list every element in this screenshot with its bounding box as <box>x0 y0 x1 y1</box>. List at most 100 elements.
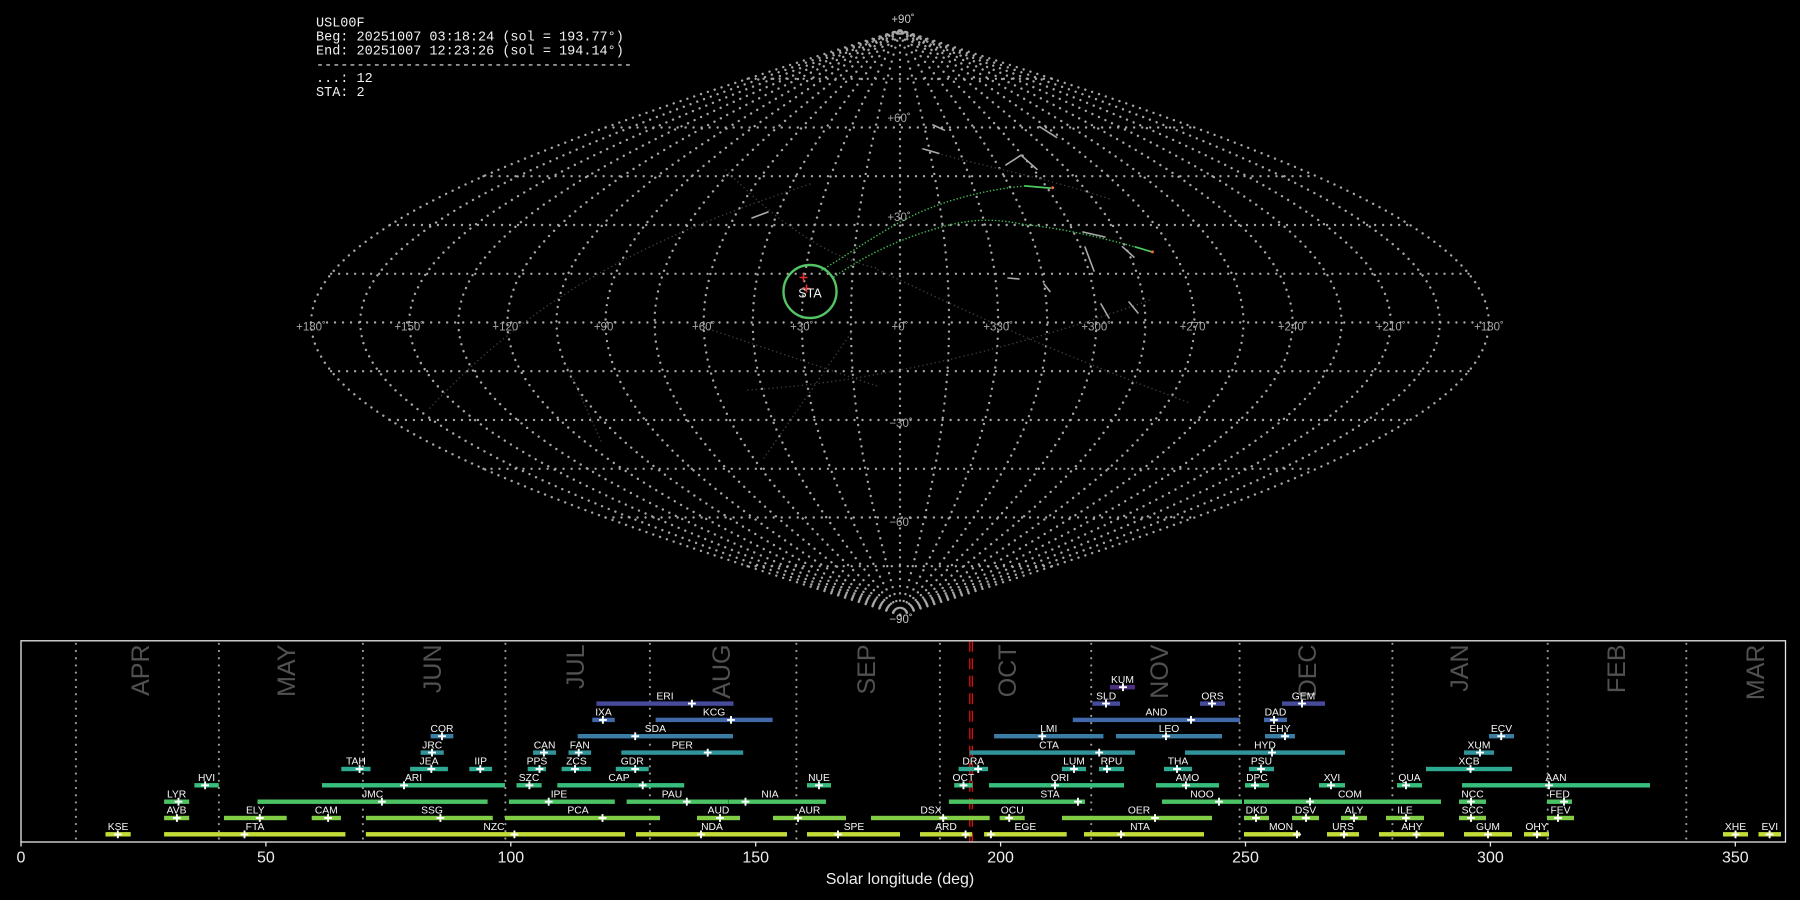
svg-text:EGE: EGE <box>1015 822 1037 833</box>
svg-text:IIP: IIP <box>474 757 487 768</box>
svg-text:+90˚: +90˚ <box>891 14 914 26</box>
svg-text:300: 300 <box>1477 850 1504 867</box>
svg-text:AUR: AUR <box>799 806 821 817</box>
svg-text:PCA: PCA <box>567 806 588 817</box>
svg-text:ORI: ORI <box>1051 773 1069 784</box>
svg-text:+30˚: +30˚ <box>790 322 813 334</box>
svg-text:AUD: AUD <box>708 806 730 817</box>
svg-text:ELY: ELY <box>246 806 265 817</box>
svg-text:DRA: DRA <box>962 757 984 768</box>
svg-text:AAN: AAN <box>1545 773 1566 784</box>
svg-text:GDR: GDR <box>621 757 644 768</box>
svg-text:DSX: DSX <box>920 806 941 817</box>
svg-text:200: 200 <box>987 850 1014 867</box>
svg-text:+30˚: +30˚ <box>887 212 910 224</box>
svg-text:FEV: FEV <box>1550 806 1570 817</box>
svg-text:STA: STA <box>1040 789 1059 800</box>
svg-text:DKD: DKD <box>1246 806 1268 817</box>
svg-text:NOV: NOV <box>1146 644 1174 699</box>
svg-text:STA: 2: STA: 2 <box>316 86 365 101</box>
svg-text:ERI: ERI <box>656 691 673 702</box>
svg-text:NOO: NOO <box>1190 789 1213 800</box>
svg-text:SEP: SEP <box>853 645 881 695</box>
svg-text:XUM: XUM <box>1468 740 1491 751</box>
svg-text:LMI: LMI <box>1040 724 1057 735</box>
svg-text:LEO: LEO <box>1159 724 1180 735</box>
svg-text:FAN: FAN <box>570 740 590 751</box>
svg-text:+300˚: +300˚ <box>1081 322 1111 334</box>
svg-text:COM: COM <box>1338 789 1362 800</box>
svg-text:ZCS: ZCS <box>566 757 587 768</box>
svg-text:+120˚: +120˚ <box>492 322 522 334</box>
svg-text:MON: MON <box>1269 822 1293 833</box>
svg-text:PSU: PSU <box>1251 757 1272 768</box>
svg-text:NCC: NCC <box>1461 789 1484 800</box>
svg-text:FEB: FEB <box>1603 645 1631 694</box>
svg-text:OHY: OHY <box>1525 822 1547 833</box>
svg-text:MAY: MAY <box>273 644 301 697</box>
svg-text:EVI: EVI <box>1761 822 1778 833</box>
svg-text:KSE: KSE <box>108 822 129 833</box>
svg-text:ARD: ARD <box>935 822 957 833</box>
svg-text:+240˚: +240˚ <box>1278 322 1308 334</box>
svg-text:ORS: ORS <box>1201 691 1223 702</box>
svg-text:NZC: NZC <box>483 822 505 833</box>
svg-text:MAR: MAR <box>1742 645 1770 701</box>
svg-text:JMC: JMC <box>362 789 384 800</box>
svg-text:XVI: XVI <box>1324 773 1341 784</box>
svg-text:JEA: JEA <box>420 757 439 768</box>
svg-text:JUL: JUL <box>562 644 590 689</box>
svg-text:Solar longitude (deg): Solar longitude (deg) <box>826 871 975 888</box>
svg-text:SDA: SDA <box>645 724 666 735</box>
svg-text:−90˚: −90˚ <box>889 614 912 626</box>
svg-text:+60˚: +60˚ <box>887 113 910 125</box>
svg-text:APR: APR <box>127 645 155 696</box>
svg-text:NUE: NUE <box>808 773 830 784</box>
svg-text:OCT: OCT <box>953 773 975 784</box>
svg-text:+0˚: +0˚ <box>892 322 909 334</box>
svg-text:+90˚: +90˚ <box>594 322 617 334</box>
svg-text:NDA: NDA <box>701 822 723 833</box>
svg-text:SZC: SZC <box>519 773 540 784</box>
svg-text:PAU: PAU <box>662 789 682 800</box>
svg-text:USL00F: USL00F <box>316 17 365 32</box>
svg-text:DEC: DEC <box>1294 645 1322 698</box>
svg-text:...: 12: ...: 12 <box>316 72 373 87</box>
svg-text:LYR: LYR <box>167 789 186 800</box>
svg-text:JRC: JRC <box>422 740 443 751</box>
svg-text:IPE: IPE <box>551 789 568 800</box>
svg-text:SSG: SSG <box>421 806 443 817</box>
svg-text:ILE: ILE <box>1397 806 1413 817</box>
svg-text:+270˚: +270˚ <box>1180 322 1210 334</box>
svg-text:+210˚: +210˚ <box>1376 322 1406 334</box>
svg-text:CTA: CTA <box>1039 740 1059 751</box>
svg-text:AUG: AUG <box>708 645 736 699</box>
svg-text:RPU: RPU <box>1101 757 1123 768</box>
svg-text:250: 250 <box>1232 850 1259 867</box>
svg-text:THA: THA <box>1168 757 1189 768</box>
svg-text:GEM: GEM <box>1292 691 1315 702</box>
svg-text:−60˚: −60˚ <box>889 517 912 529</box>
svg-text:LUM: LUM <box>1063 757 1085 768</box>
svg-text:DSV: DSV <box>1295 806 1316 817</box>
svg-text:SCC: SCC <box>1462 806 1484 817</box>
svg-text:NIA: NIA <box>761 789 778 800</box>
svg-text:50: 50 <box>257 850 275 867</box>
svg-text:AMO: AMO <box>1176 773 1199 784</box>
svg-text:OCT: OCT <box>994 645 1022 698</box>
svg-text:CAN: CAN <box>534 740 556 751</box>
svg-text:KCG: KCG <box>703 708 725 719</box>
svg-text:0: 0 <box>17 850 26 867</box>
svg-text:KUM: KUM <box>1111 675 1134 686</box>
svg-text:End: 20251007 12:23:26 (sol =: End: 20251007 12:23:26 (sol = 194.14°) <box>316 44 624 59</box>
svg-text:−30˚: −30˚ <box>889 418 912 430</box>
svg-text:FTA: FTA <box>246 822 265 833</box>
svg-text:COR: COR <box>431 724 454 735</box>
svg-text:ECV: ECV <box>1491 724 1512 735</box>
svg-text:EHY: EHY <box>1269 724 1290 735</box>
svg-text:HYD: HYD <box>1254 740 1276 751</box>
svg-text:AND: AND <box>1146 708 1168 719</box>
svg-text:IXA: IXA <box>595 708 612 719</box>
svg-text:JAN: JAN <box>1446 645 1474 692</box>
svg-text:DPC: DPC <box>1246 773 1268 784</box>
